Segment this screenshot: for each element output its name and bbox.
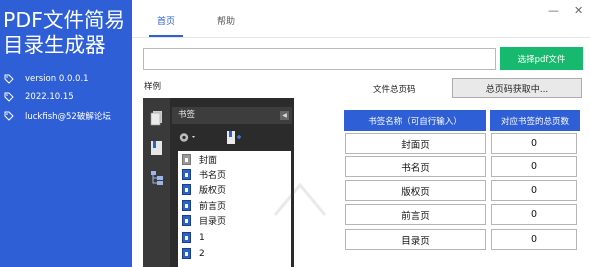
list-item: 1 bbox=[182, 230, 205, 245]
bookmark-icon bbox=[182, 215, 191, 226]
page-count-field[interactable]: 0 bbox=[491, 180, 577, 201]
total-pages-label: 文件总页码 bbox=[373, 85, 416, 95]
page-count-field[interactable]: 0 bbox=[491, 133, 577, 154]
nav-divider bbox=[132, 37, 590, 38]
author-row: luckfish@52破解论坛 bbox=[4, 110, 111, 122]
bookmark-name-field[interactable]: 书名页 bbox=[345, 156, 486, 177]
watermark-icon bbox=[273, 182, 327, 216]
tab-home[interactable]: 首页 bbox=[157, 14, 175, 27]
example-sidebar bbox=[143, 98, 170, 267]
tag-icon bbox=[4, 92, 14, 102]
page-count-field[interactable]: 0 bbox=[491, 156, 577, 177]
structure-icon bbox=[151, 171, 163, 185]
collapse-arrow-icon: ◀ bbox=[280, 111, 289, 120]
bookmark-panel-title: 书签 bbox=[178, 110, 196, 120]
tab-help[interactable]: 帮助 bbox=[217, 14, 235, 27]
total-pages-button[interactable]: 总页码获取中... bbox=[452, 78, 582, 98]
date-text: 2022.10.15 bbox=[25, 92, 74, 102]
add-bookmark-icon bbox=[227, 131, 241, 144]
list-item: 2 bbox=[182, 246, 205, 261]
column-header-page-count: 对应书签的总页数 bbox=[490, 110, 580, 131]
date-row: 2022.10.15 bbox=[4, 92, 74, 102]
minimize-button[interactable]: — bbox=[548, 4, 559, 17]
author-text: luckfish@52破解论坛 bbox=[25, 112, 111, 122]
bookmark-toolbar bbox=[172, 128, 292, 148]
bookmark-name-field[interactable]: 版权页 bbox=[345, 180, 486, 201]
pdf-path-input[interactable] bbox=[143, 48, 496, 70]
version-row: version 0.0.0.1 bbox=[4, 74, 89, 84]
list-item: 版权页 bbox=[182, 182, 226, 197]
app-title: PDF文件简易目录生成器 bbox=[3, 8, 125, 57]
select-pdf-button[interactable]: 选择pdf文件 bbox=[500, 47, 583, 70]
bookmark-name-field[interactable]: 封面页 bbox=[345, 133, 486, 154]
example-label: 样例 bbox=[144, 82, 162, 92]
bookmark-icon bbox=[182, 200, 191, 211]
page-count-field[interactable]: 0 bbox=[491, 229, 577, 250]
bookmark-icon bbox=[182, 169, 191, 180]
list-item: 前言页 bbox=[182, 198, 226, 213]
tag-icon bbox=[4, 111, 14, 121]
bookmark-name-field[interactable]: 目录页 bbox=[345, 229, 486, 250]
close-button[interactable]: ✕ bbox=[574, 4, 583, 17]
page-icon bbox=[182, 154, 191, 165]
bookmark-name-field[interactable]: 前言页 bbox=[345, 204, 486, 225]
list-item: 封面 bbox=[182, 152, 217, 167]
pages-icon bbox=[150, 111, 162, 126]
column-header-bookmark-name: 书签名称（可自行输入） bbox=[344, 110, 486, 131]
bookmark-icon bbox=[182, 184, 191, 195]
list-item: 书名页 bbox=[182, 167, 226, 182]
list-item: 目录页 bbox=[182, 213, 226, 228]
sidebar: PDF文件简易目录生成器 version 0.0.0.1 2022.10.15 … bbox=[0, 0, 132, 267]
bookmark-icon bbox=[182, 232, 191, 243]
tag-icon bbox=[4, 74, 14, 84]
bookmark-panel-header: 书签 ◀ bbox=[172, 107, 292, 124]
bookmark-panel-icon bbox=[151, 141, 162, 155]
version-text: version 0.0.0.1 bbox=[25, 74, 89, 84]
gear-dropdown-icon bbox=[179, 133, 195, 142]
page-count-field[interactable]: 0 bbox=[491, 204, 577, 225]
bookmark-icon bbox=[182, 248, 191, 259]
